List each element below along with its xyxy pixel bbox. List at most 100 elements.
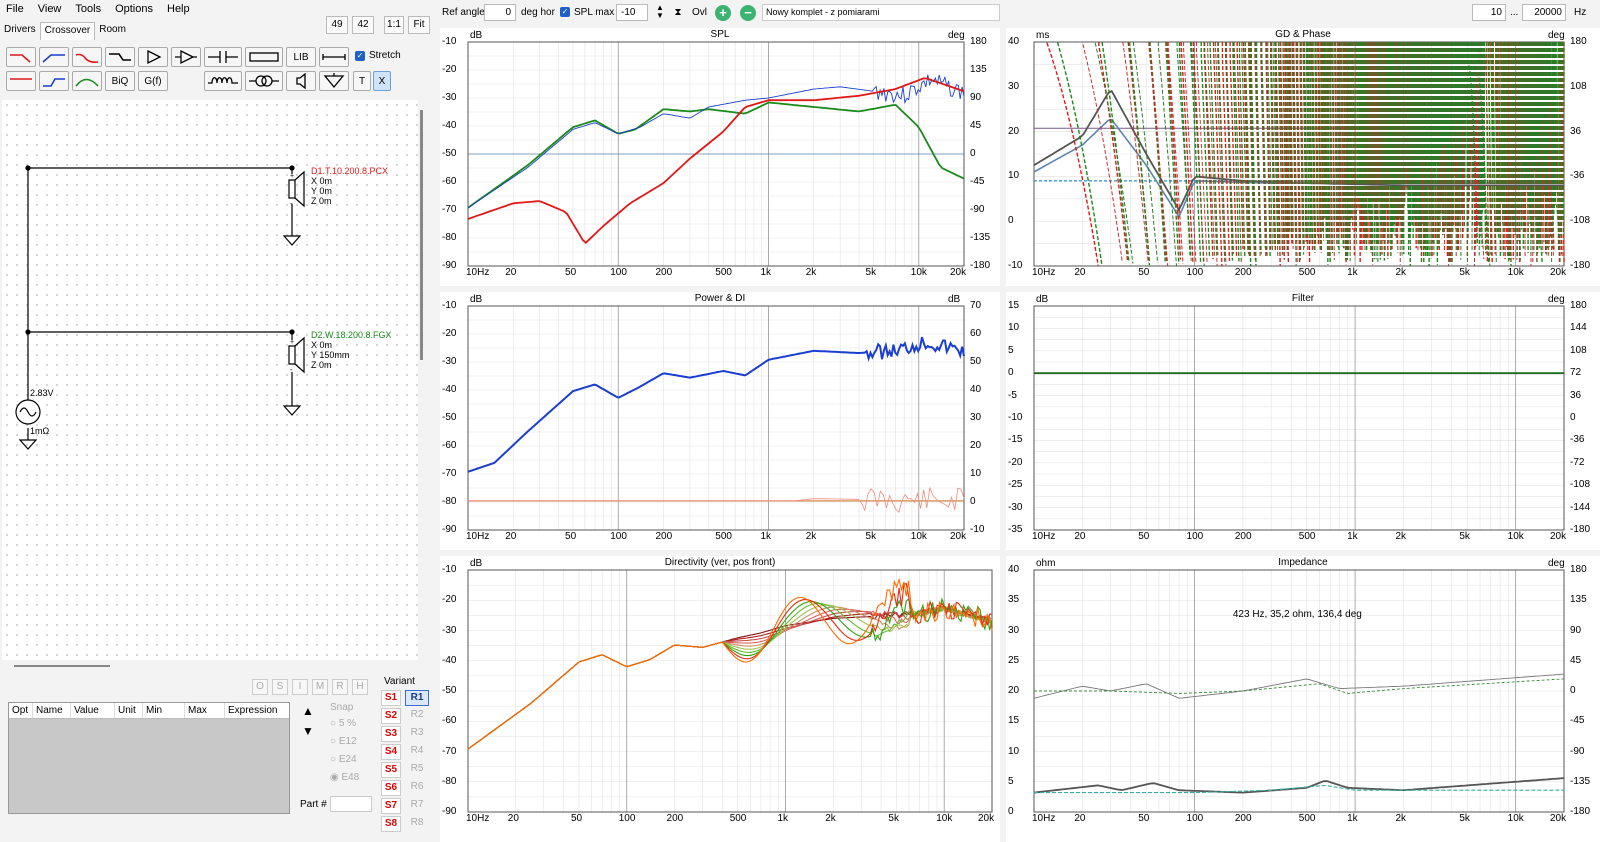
highpass-blue2-button[interactable] [39,71,69,91]
menu-tools[interactable]: Tools [69,0,109,20]
capacitor-button[interactable] [204,47,242,67]
variant-s7[interactable]: S7 [381,798,401,814]
param-m-button[interactable]: M [312,679,328,695]
bandpass-green-button[interactable] [72,71,102,91]
variant-s6[interactable]: S6 [381,780,401,796]
amp-button[interactable] [138,47,168,67]
speaker-icon[interactable]: +- [286,170,310,208]
param-o-button[interactable]: O [252,679,268,695]
plot-filter-y2tick: 180 [1570,300,1587,311]
spl-max-spinner-icon[interactable]: ▲ ▼ [653,4,667,21]
snap-5pct[interactable]: ○ 5 % [330,718,356,729]
hourglass-icon[interactable]: ⧗ [671,4,685,21]
variant-r3[interactable]: R3 [405,726,429,742]
snap-e24[interactable]: ○ E24 [330,754,357,765]
plot-dir-curve [467,605,993,750]
schematic-vscroll[interactable] [420,110,423,360]
shelf-button[interactable] [105,47,135,67]
plot-gd[interactable]: GD & Phase ms deg 40 30 20 10 0 -10 180 108 36 -36 -1… [1006,28,1600,286]
plot-dir[interactable]: Directivity (ver, pos front) dB -10 -20 -30 -… [440,556,1000,842]
menu-options[interactable]: Options [109,0,161,20]
schematic-canvas[interactable]: + - + - D1.T.10.200.8.PCX X 0m Y 0m Z 0m D… [2,100,418,660]
ground-button[interactable] [319,71,349,91]
variant-r1[interactable]: R1 [405,690,429,706]
param-h-button[interactable]: H [352,679,368,695]
param-i-button[interactable]: I [292,679,308,695]
part-input[interactable] [330,796,372,812]
project-name-field[interactable]: Nowy komplet - z pomiarami [762,4,1000,21]
variant-s4[interactable]: S4 [381,744,401,760]
variant-r7[interactable]: R7 [405,798,429,814]
tab-drivers[interactable]: Drivers [0,22,40,40]
ac-source-icon[interactable] [15,398,43,428]
plot-filter[interactable]: Filter dB deg 15 10 5 0 -5 -10 -15 -20 -25 -30 -35 180… [1006,292,1600,550]
schematic-hscroll[interactable] [14,665,110,667]
zoom-49-button[interactable]: 49 [326,16,348,34]
variant-s5[interactable]: S5 [381,762,401,778]
plot-gd-canvas[interactable] [1033,41,1565,267]
move-down-icon[interactable]: ▼ [298,722,318,740]
spl-max-input[interactable]: -10 [616,4,648,21]
plot-filter-y2tick: 108 [1570,344,1587,356]
transformer-button[interactable] [245,71,283,91]
speaker-icon[interactable]: +- [286,336,310,374]
param-s-button[interactable]: S [272,679,288,695]
plot-power[interactable]: Power & DI dB dB -10 -20 -30 -40 -50 -60 -70 -80 -9… [440,292,1000,550]
variant-s3[interactable]: S3 [381,726,401,742]
lowpass-red2-button[interactable] [6,71,36,91]
plot-dir-canvas[interactable] [467,569,993,813]
plot-imp-y2tick: 135 [1570,594,1587,606]
snap-e48[interactable]: ◉ E48 [330,772,359,783]
stretch-checkbox[interactable]: ✓ [355,51,365,61]
freq-min-input[interactable]: 10 [1472,4,1506,21]
plot-power-canvas[interactable] [467,305,965,531]
highpass-blue-button[interactable] [39,47,69,67]
add-overlay-icon[interactable]: + [715,5,731,21]
variant-s8[interactable]: S8 [381,816,401,832]
plot-imp-y2tick: 180 [1570,564,1587,575]
variant-r6[interactable]: R6 [405,780,429,796]
plot-spl-canvas[interactable] [467,41,965,267]
plot-spl[interactable]: SPL dB deg -10 -20 -30 -40 -50 -60 -70 -80 -90 180 13… [440,28,1000,286]
move-up-icon[interactable]: ▲ [298,702,318,720]
menu-file[interactable]: File [0,0,32,20]
param-r-button[interactable]: R [332,679,348,695]
tab-crossover[interactable]: Crossover [39,22,96,40]
resistor-button[interactable] [245,47,283,67]
variant-r5[interactable]: R5 [405,762,429,778]
x-button[interactable]: X [373,71,391,91]
buffer-button[interactable] [171,47,201,67]
freq-max-input[interactable]: 20000 [1522,4,1566,21]
plot-dir-xtick: 500 [729,813,747,824]
menu-view[interactable]: View [32,0,70,20]
menu-help[interactable]: Help [161,0,198,20]
variant-s2[interactable]: S2 [381,708,401,724]
bandpass-red-button[interactable] [72,47,102,67]
spl-max-checkbox[interactable]: ✓ [560,7,570,17]
gf-button[interactable]: G(f) [138,71,168,91]
zoom-42-button[interactable]: 42 [352,16,374,34]
plot-imp-canvas[interactable] [1033,569,1565,813]
driver-button[interactable] [286,71,316,91]
plot-dir-xtick: 2k [825,813,836,824]
wire-button[interactable] [319,47,349,67]
t-button[interactable]: T [353,71,371,91]
lowpass-red-button[interactable] [6,47,36,67]
plot-filter-canvas[interactable] [1033,305,1565,531]
snap-e12[interactable]: ○ E12 [330,736,357,747]
ref-angle-input[interactable]: 0 [484,4,516,21]
tab-room[interactable]: Room [95,22,130,40]
plot-power-ytick: -30 [442,356,457,367]
variant-r8[interactable]: R8 [405,816,429,832]
variant-s1[interactable]: S1 [381,690,401,706]
parameter-table[interactable]: Opt Name Value Unit Min Max Expression [8,702,290,814]
zoom-1to1-button[interactable]: 1:1 [384,16,404,34]
variant-r2[interactable]: R2 [405,708,429,724]
remove-overlay-icon[interactable]: − [740,5,756,21]
plot-imp[interactable]: Impedance ohm deg 40 35 30 25 20 15 10 5 0 180 135 90 4… [1006,556,1600,842]
biq-button[interactable]: BiQ [105,71,135,91]
zoom-fit-button[interactable]: Fit [408,16,430,34]
lib-button[interactable]: LIB [286,47,316,67]
inductor-button[interactable] [204,71,242,91]
variant-r4[interactable]: R4 [405,744,429,760]
